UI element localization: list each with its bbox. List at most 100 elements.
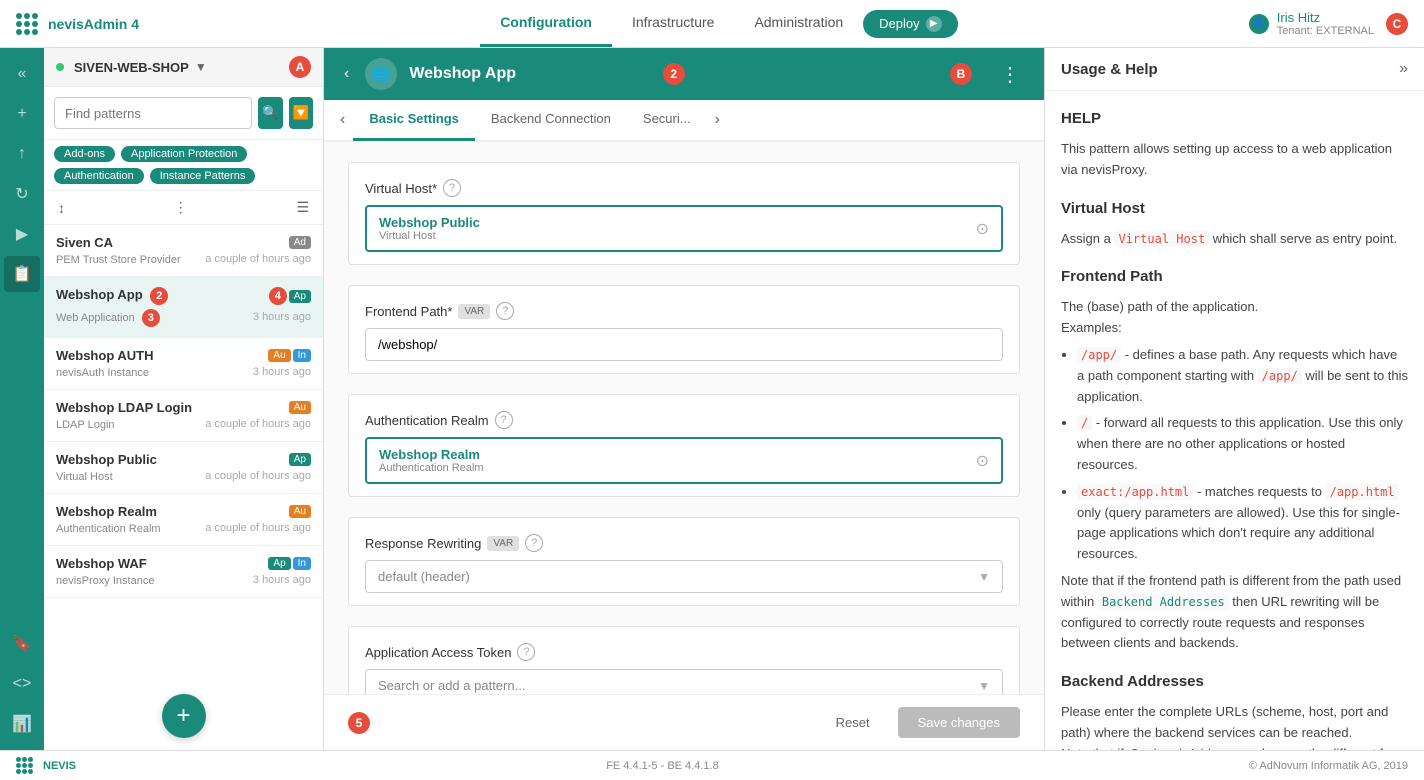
pattern-list: Siven CA Ad PEM Trust Store Provider a c… xyxy=(44,225,323,682)
list-item[interactable]: Webshop LDAP Login Au LDAP Login a coupl… xyxy=(44,390,323,442)
help-collapse-button[interactable]: » xyxy=(1399,60,1408,78)
tag-addons[interactable]: Add-ons xyxy=(54,146,115,162)
add-pattern-button[interactable]: + xyxy=(162,694,206,738)
virtual-host-field: Virtual Host* ? Webshop Public Virtual H… xyxy=(349,163,1019,264)
auth-realm-section: Authentication Realm ? Webshop Realm Aut… xyxy=(348,394,1020,497)
frontend-path-field: Frontend Path* VAR ? xyxy=(349,286,1019,373)
user-tenant: Tenant: EXTERNAL xyxy=(1277,25,1374,37)
search-input[interactable] xyxy=(54,97,252,129)
filter-button[interactable]: 🔽 xyxy=(289,97,314,129)
app-access-token-field: Application Access Token ? Search or add… xyxy=(349,627,1019,694)
auth-realm-input[interactable]: Webshop Realm Authentication Realm ⊙ xyxy=(365,437,1003,484)
list-item[interactable]: Webshop Realm Au Authentication Realm a … xyxy=(44,494,323,546)
frontend-path-input[interactable] xyxy=(365,328,1003,361)
icon-add[interactable]: + xyxy=(4,96,40,132)
app-access-token-help[interactable]: ? xyxy=(517,643,535,661)
help-header: Usage & Help » xyxy=(1045,48,1424,91)
content-header-icon: 🌐 xyxy=(365,58,397,90)
icon-collapse[interactable]: « xyxy=(4,56,40,92)
top-nav: nevisAdmin 4 Configuration Infrastructur… xyxy=(0,0,1424,48)
auth-realm-clear[interactable]: ⊙ xyxy=(976,451,989,471)
pattern-controls: ↕ ⋮ ☰ xyxy=(44,191,323,225)
save-button[interactable]: Save changes xyxy=(898,707,1020,738)
frontend-path-help[interactable]: ? xyxy=(496,302,514,320)
nav-tab-administration[interactable]: Administration xyxy=(734,0,863,47)
deploy-icon: ▶ xyxy=(926,16,942,32)
tab-prev-button[interactable]: ‹ xyxy=(332,107,353,133)
deploy-button[interactable]: Deploy ▶ xyxy=(863,10,957,38)
tab-security[interactable]: Securi... xyxy=(627,99,707,141)
badge-c: C xyxy=(1386,13,1408,35)
online-indicator xyxy=(56,63,64,71)
pattern-panel: SIVEN-WEB-SHOP ▼ A 🔍 🔽 Add-ons Applicati… xyxy=(44,48,324,750)
tag-instance[interactable]: Instance Patterns xyxy=(150,168,256,184)
badge-2-header: 2 xyxy=(663,63,685,85)
help-panel: Usage & Help » HELP This pattern allows … xyxy=(1044,48,1424,750)
more-options-button[interactable]: ⋮ xyxy=(992,58,1028,91)
icon-code[interactable]: <> xyxy=(4,666,40,702)
tag-authentication[interactable]: Authentication xyxy=(54,168,144,184)
user-avatar: 👤 xyxy=(1249,14,1269,34)
nav-tab-infrastructure[interactable]: Infrastructure xyxy=(612,0,734,47)
user-name: Iris Hitz xyxy=(1277,10,1374,25)
main-layout: « + ↑ ↻ ▶ 📋 🔖 <> 📊 SIVEN-WEB-SHOP ▼ A 🔍 … xyxy=(0,48,1424,750)
user-info: 👤 Iris Hitz Tenant: EXTERNAL C xyxy=(1249,10,1408,37)
badge-b: B xyxy=(950,63,972,85)
icon-bookmark[interactable]: 🔖 xyxy=(4,626,40,662)
list-item[interactable]: Webshop AUTH Au In nevisAuth Instance 3 … xyxy=(44,338,323,390)
logo-dots xyxy=(16,13,38,35)
list-item[interactable]: Webshop Public Ap Virtual Host a couple … xyxy=(44,442,323,494)
footer-copyright: © AdNovum Informatik AG, 2019 xyxy=(1249,760,1408,772)
help-body: HELP This pattern allows setting up acce… xyxy=(1045,91,1424,750)
virtual-host-input[interactable]: Webshop Public Virtual Host ⊙ xyxy=(365,205,1003,252)
main-nav-tabs: Configuration Infrastructure Administrat… xyxy=(219,0,1219,47)
help-section-help: HELP xyxy=(1061,107,1408,131)
icon-refresh[interactable]: ↻ xyxy=(4,176,40,212)
sort-button[interactable]: ↕ xyxy=(54,198,69,218)
content-tabs: ‹ Basic Settings Backend Connection Secu… xyxy=(324,100,1044,142)
list-item[interactable]: Webshop WAF Ap In nevisProxy Instance 3 … xyxy=(44,546,323,598)
virtual-host-help[interactable]: ? xyxy=(443,179,461,197)
response-rewriting-field: Response Rewriting VAR ? default (header… xyxy=(349,518,1019,605)
response-rewriting-section: Response Rewriting VAR ? default (header… xyxy=(348,517,1020,606)
tab-basic-settings[interactable]: Basic Settings xyxy=(353,99,475,141)
response-rewriting-help[interactable]: ? xyxy=(525,534,543,552)
badge-5: 5 xyxy=(348,712,370,734)
action-bar: 5 Reset Save changes xyxy=(324,694,1044,750)
response-rewriting-select[interactable]: default (header) ▼ xyxy=(365,560,1003,593)
footer-logo: NEVIS xyxy=(16,757,76,774)
tab-next-button[interactable]: › xyxy=(707,107,728,133)
app-access-token-section: Application Access Token ? Search or add… xyxy=(348,626,1020,694)
list-item[interactable]: Siven CA Ad PEM Trust Store Provider a c… xyxy=(44,225,323,277)
content-body: Virtual Host* ? Webshop Public Virtual H… xyxy=(324,142,1044,694)
virtual-host-clear[interactable]: ⊙ xyxy=(976,219,989,239)
pattern-search-area: 🔍 🔽 xyxy=(44,87,323,140)
icon-bar: « + ↑ ↻ ▶ 📋 🔖 <> 📊 xyxy=(0,48,44,750)
reset-button[interactable]: Reset xyxy=(820,707,886,738)
icon-upload[interactable]: ↑ xyxy=(4,136,40,172)
app-logo: nevisAdmin 4 xyxy=(16,13,139,35)
list-item[interactable]: Webshop App 2 4 Ap Web Application 3 3 h… xyxy=(44,277,323,338)
nav-tab-configuration[interactable]: Configuration xyxy=(480,0,612,47)
icon-clipboard[interactable]: 📋 xyxy=(4,256,40,292)
icon-chart[interactable]: 📊 xyxy=(4,706,40,742)
icon-play[interactable]: ▶ xyxy=(4,216,40,252)
list-view-button[interactable]: ☰ xyxy=(292,197,313,218)
auth-realm-help[interactable]: ? xyxy=(495,411,513,429)
more-options-button[interactable]: ⋮ xyxy=(170,197,192,218)
help-title: Usage & Help xyxy=(1061,61,1158,78)
project-header: SIVEN-WEB-SHOP ▼ A xyxy=(44,48,323,87)
tab-backend-connection[interactable]: Backend Connection xyxy=(475,99,627,141)
search-button[interactable]: 🔍 xyxy=(258,97,283,129)
auth-realm-field: Authentication Realm ? Webshop Realm Aut… xyxy=(349,395,1019,496)
help-backend-addresses-title: Backend Addresses xyxy=(1061,670,1408,694)
tag-app-protection[interactable]: Application Protection xyxy=(121,146,247,162)
content-nav-back[interactable]: ‹ xyxy=(340,61,353,87)
footer: NEVIS FE 4.4.1-5 - BE 4.4.1.8 © AdNovum … xyxy=(0,750,1424,780)
content-header-title: Webshop App xyxy=(409,65,650,83)
project-name: SIVEN-WEB-SHOP xyxy=(74,60,189,75)
virtual-host-section: Virtual Host* ? Webshop Public Virtual H… xyxy=(348,162,1020,265)
content-area: ‹ 🌐 Webshop App 2 B ⋮ ‹ Basic Settings B… xyxy=(324,48,1424,750)
app-access-token-input[interactable]: Search or add a pattern... ▼ xyxy=(365,669,1003,694)
footer-version: FE 4.4.1-5 - BE 4.4.1.8 xyxy=(606,760,719,772)
